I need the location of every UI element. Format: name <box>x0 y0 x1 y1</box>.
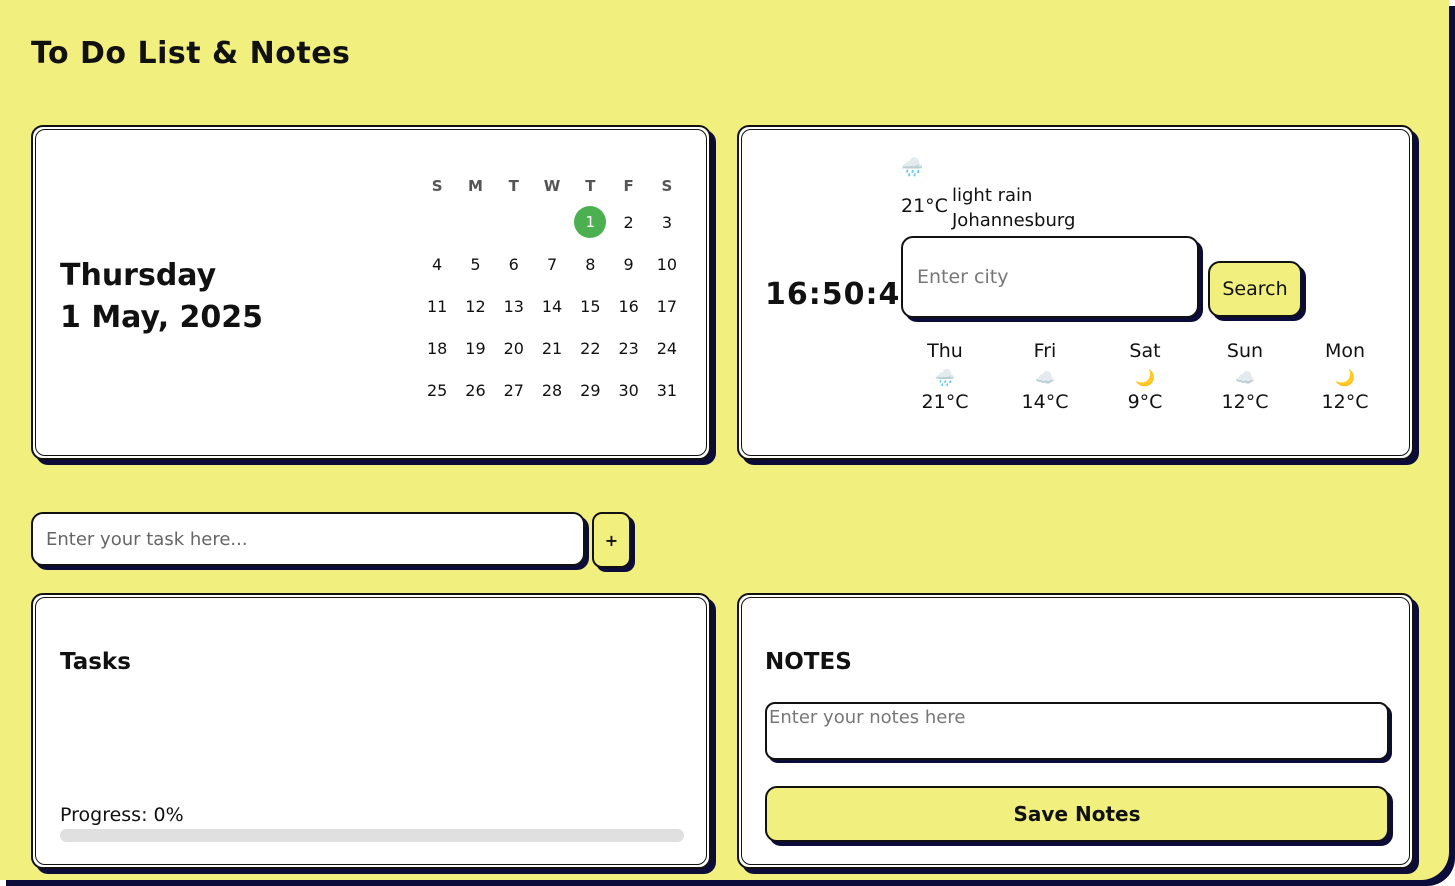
calendar-day[interactable]: 10 <box>648 255 686 274</box>
calendar-week-row: 18 19 20 21 22 23 24 <box>418 327 686 369</box>
calendar-days: 1 2 3 4 5 6 7 8 9 10 11 12 13 14 15 16 17 18 19 20 21 22 23 24 2… <box>418 201 686 411</box>
calendar-day[interactable]: 26 <box>456 381 494 400</box>
calendar-day[interactable]: 8 <box>571 255 609 274</box>
calendar-week-row: 25 26 27 28 29 30 31 <box>418 369 686 411</box>
calendar-weekday: T <box>585 177 596 195</box>
city-input[interactable] <box>901 236 1199 318</box>
tasks-card: Tasks Progress: 0% <box>31 593 711 869</box>
forecast-day: Thu 🌧️ 21°C <box>895 339 995 415</box>
calendar-day[interactable]: 24 <box>648 339 686 358</box>
forecast: Thu 🌧️ 21°C Fri ☁️ 14°C Sat 🌙 9°C Sun ☁️… <box>895 339 1395 415</box>
current-date: Thursday 1 May, 2025 <box>60 255 263 339</box>
calendar-day[interactable]: 2 <box>609 213 647 232</box>
rain-cloud-icon: 🌧️ <box>935 368 955 387</box>
forecast-day-name: Thu <box>927 340 963 362</box>
progress-bar <box>60 829 684 842</box>
calendar-day[interactable]: 22 <box>571 339 609 358</box>
tasks-title: Tasks <box>60 649 131 675</box>
weather-city: Johannesburg <box>952 210 1076 231</box>
calendar-day[interactable]: 25 <box>418 381 456 400</box>
calendar-day[interactable]: 30 <box>609 381 647 400</box>
calendar-week-row: 123 <box>418 201 686 243</box>
calendar-day[interactable]: 29 <box>571 381 609 400</box>
calendar-day[interactable]: 6 <box>495 255 533 274</box>
calendar-weekday: T <box>508 177 519 195</box>
calendar-day[interactable]: 12 <box>456 297 494 316</box>
calendar-day[interactable]: 17 <box>648 297 686 316</box>
rain-cloud-icon: 🌧️ <box>901 157 924 178</box>
save-notes-button[interactable]: Save Notes <box>765 786 1389 842</box>
forecast-temperature: 12°C <box>1221 391 1269 413</box>
calendar-day[interactable]: 23 <box>609 339 647 358</box>
calendar-today-marker: 1 <box>574 206 607 238</box>
date-calendar-card: Thursday 1 May, 2025 S M T W T F S 12345… <box>31 125 711 460</box>
forecast-day-name: Sun <box>1226 340 1264 362</box>
forecast-day-name: Mon <box>1324 340 1366 362</box>
calendar-day[interactable]: 18 <box>418 339 456 358</box>
calendar-day[interactable]: 9 <box>609 255 647 274</box>
notes-textarea[interactable] <box>765 702 1389 760</box>
forecast-temperature: 9°C <box>1127 391 1163 413</box>
calendar-day[interactable]: 5 <box>456 255 494 274</box>
forecast-day-name: Fri <box>1033 340 1057 362</box>
progress-label: Progress: 0% <box>60 804 184 826</box>
calendar-day[interactable]: 14 <box>533 297 571 316</box>
clock-weather-card: 16:50:46 🌧️ 21°C light rain Johannesburg… <box>737 125 1414 460</box>
app-window: To Do List & Notes Thursday 1 May, 2025 … <box>0 0 1449 880</box>
calendar-day[interactable]: 27 <box>495 381 533 400</box>
calendar-day[interactable]: 31 <box>648 381 686 400</box>
forecast-day-name: Sat <box>1129 340 1161 362</box>
calendar-weekday: F <box>623 177 634 195</box>
forecast-day: Mon 🌙 12°C <box>1295 339 1395 415</box>
page-title: To Do List & Notes <box>31 36 351 71</box>
calendar-day[interactable]: 20 <box>495 339 533 358</box>
calendar-day[interactable]: 7 <box>533 255 571 274</box>
calendar-day[interactable]: 11 <box>418 297 456 316</box>
forecast-temperature: 12°C <box>1321 391 1369 413</box>
forecast-temperature: 14°C <box>1021 391 1069 413</box>
calendar-day[interactable]: 4 <box>418 255 456 274</box>
calendar-week-row: 11 12 13 14 15 16 17 <box>418 285 686 327</box>
calendar-weekday: S <box>661 177 673 195</box>
calendar-weekday: M <box>467 177 483 195</box>
calendar-weekday: W <box>543 177 561 195</box>
forecast-day: Sun ☁️ 12°C <box>1195 339 1295 415</box>
clock: 16:50:46 <box>765 277 923 312</box>
calendar-day[interactable]: 15 <box>571 297 609 316</box>
search-button[interactable]: Search <box>1208 261 1302 317</box>
current-temperature: 21°C <box>901 195 948 217</box>
task-input[interactable] <box>31 512 585 566</box>
calendar-day[interactable]: 19 <box>456 339 494 358</box>
moon-icon: 🌙 <box>1135 368 1155 387</box>
cloud-icon: ☁️ <box>1235 368 1255 387</box>
current-weather-info: light rain Johannesburg <box>952 183 1075 233</box>
cloud-icon: ☁️ <box>1035 368 1055 387</box>
calendar: S M T W T F S 1 2 3 4 5 6 7 8 9 10 11 12 13 14 15 16 17 1… <box>418 171 686 411</box>
moon-icon: 🌙 <box>1335 368 1355 387</box>
calendar-day[interactable]: 3 <box>648 213 686 232</box>
calendar-day[interactable]: 13 <box>495 297 533 316</box>
calendar-weekday: S <box>431 177 443 195</box>
calendar-week-row: 4 5 6 7 8 9 10 <box>418 243 686 285</box>
calendar-day-today[interactable]: 1 <box>571 206 609 238</box>
notes-card: NOTES Save Notes <box>737 593 1414 869</box>
calendar-day[interactable]: 16 <box>609 297 647 316</box>
calendar-day[interactable]: 21 <box>533 339 571 358</box>
add-task-button[interactable]: + <box>592 512 631 568</box>
forecast-day: Sat 🌙 9°C <box>1095 339 1195 415</box>
calendar-day[interactable]: 28 <box>533 381 571 400</box>
weather-description: light rain <box>952 185 1033 206</box>
forecast-temperature: 21°C <box>921 391 969 413</box>
notes-title: NOTES <box>765 649 852 675</box>
forecast-day: Fri ☁️ 14°C <box>995 339 1095 415</box>
calendar-weekday-row: S M T W T F S <box>418 171 686 201</box>
date-label: 1 May, 2025 <box>60 300 264 335</box>
weekday-label: Thursday <box>60 258 217 293</box>
